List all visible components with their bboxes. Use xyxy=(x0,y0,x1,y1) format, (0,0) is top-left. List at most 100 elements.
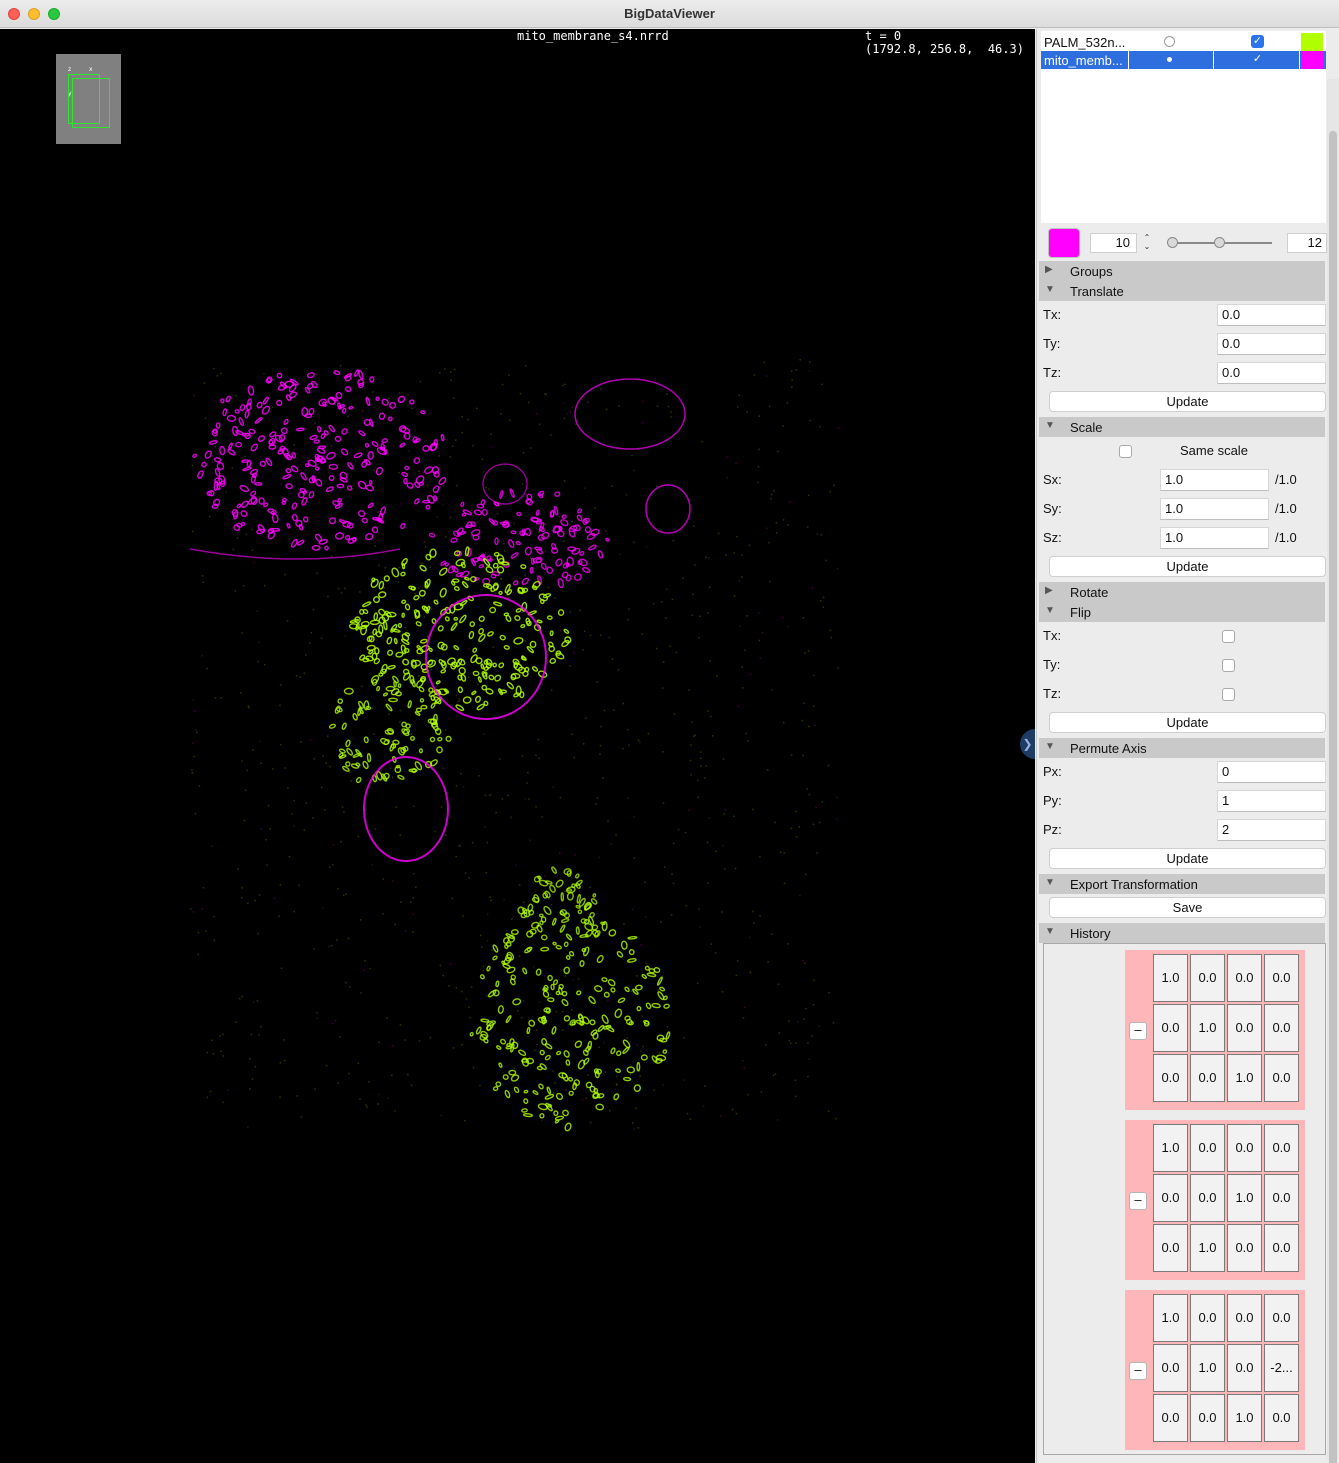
permute-pz-field[interactable]: 2 xyxy=(1217,819,1326,841)
channel-color-button[interactable] xyxy=(1048,228,1080,258)
scroll-thumb[interactable] xyxy=(1329,131,1337,1463)
current-source-radio[interactable] xyxy=(1164,54,1175,65)
flip-ty-checkbox[interactable] xyxy=(1222,659,1235,672)
history-section-header[interactable]: ▼ History xyxy=(1039,923,1325,943)
matrix-cell[interactable]: 0.0 xyxy=(1153,1344,1188,1392)
matrix-cell[interactable]: 0.0 xyxy=(1264,1054,1299,1102)
permute-px-field[interactable]: 0 xyxy=(1217,761,1326,783)
image-speckle xyxy=(536,1043,538,1046)
image-speckle xyxy=(440,1114,442,1117)
image-speckle xyxy=(617,669,620,671)
matrix-cell[interactable]: 0.0 xyxy=(1153,1224,1188,1272)
flip-tz-checkbox[interactable] xyxy=(1222,688,1235,701)
matrix-cell[interactable]: 0.0 xyxy=(1227,954,1262,1002)
matrix-cell[interactable]: 0.0 xyxy=(1227,1344,1262,1392)
image-speckle xyxy=(802,754,804,757)
matrix-cell[interactable]: 0.0 xyxy=(1190,1294,1225,1342)
matrix-cell[interactable]: 0.0 xyxy=(1190,1124,1225,1172)
permute-section-header[interactable]: ▼ Permute Axis xyxy=(1039,738,1325,758)
matrix-cell[interactable]: 1.0 xyxy=(1190,1004,1225,1052)
matrix-cell[interactable]: 1.0 xyxy=(1227,1394,1262,1442)
remove-history-button[interactable]: – xyxy=(1129,1362,1147,1380)
scale-sz-field[interactable]: 1.0 xyxy=(1160,527,1269,549)
translate-ty-field[interactable]: 0.0 xyxy=(1217,333,1326,355)
slider-min-handle[interactable] xyxy=(1167,237,1178,248)
export-section-header[interactable]: ▼ Export Transformation xyxy=(1039,874,1325,894)
matrix-cell[interactable]: 0.0 xyxy=(1190,1394,1225,1442)
image-speckle xyxy=(365,532,374,541)
matrix-cell[interactable]: 0.0 xyxy=(1227,1004,1262,1052)
export-save-button[interactable]: Save xyxy=(1049,897,1326,918)
matrix-cell[interactable]: 0.0 xyxy=(1264,1174,1299,1222)
display-min-field[interactable]: 10 xyxy=(1090,233,1137,253)
matrix-cell[interactable]: 0.0 xyxy=(1227,1124,1262,1172)
matrix-cell[interactable]: 1.0 xyxy=(1190,1344,1225,1392)
matrix-cell[interactable]: 1.0 xyxy=(1227,1174,1262,1222)
matrix-cell[interactable]: 0.0 xyxy=(1190,1174,1225,1222)
image-speckle xyxy=(266,864,268,866)
matrix-cell[interactable]: 0.0 xyxy=(1264,954,1299,1002)
display-max-field[interactable]: 12 xyxy=(1287,233,1327,253)
matrix-cell[interactable]: 0.0 xyxy=(1264,1394,1299,1442)
image-speckle xyxy=(763,361,766,364)
rotate-section-header[interactable]: ▶ Rotate xyxy=(1039,582,1325,602)
matrix-cell[interactable]: 1.0 xyxy=(1153,954,1188,1002)
panel-scrollbar[interactable] xyxy=(1327,79,1339,1463)
slider-max-handle[interactable] xyxy=(1214,237,1225,248)
translate-section-header[interactable]: ▼ Translate xyxy=(1039,281,1325,301)
remove-history-button[interactable]: – xyxy=(1129,1022,1147,1040)
scale-sy-field[interactable]: 1.0 xyxy=(1160,498,1269,520)
source-color-swatch[interactable] xyxy=(1301,51,1323,69)
matrix-cell[interactable]: 0.0 xyxy=(1264,1124,1299,1172)
visibility-checkbox[interactable]: ✓ xyxy=(1251,35,1264,48)
image-speckle xyxy=(366,449,369,452)
matrix-cell[interactable]: 1.0 xyxy=(1227,1054,1262,1102)
matrix-cell[interactable]: 0.0 xyxy=(1153,1394,1188,1442)
flip-tx-checkbox[interactable] xyxy=(1222,630,1235,643)
matrix-cell[interactable]: 0.0 xyxy=(1190,954,1225,1002)
matrix-cell[interactable]: 0.0 xyxy=(1264,1294,1299,1342)
image-speckle xyxy=(502,1074,509,1080)
matrix-cell[interactable]: 0.0 xyxy=(1190,1054,1225,1102)
scale-update-button[interactable]: Update xyxy=(1049,556,1326,577)
image-speckle xyxy=(605,408,608,411)
matrix-cell[interactable]: 0.0 xyxy=(1264,1004,1299,1052)
image-viewer-canvas[interactable]: mito_membrane_s4.nrrd t = 0 (1792.8, 256… xyxy=(0,29,1035,1463)
remove-history-button[interactable]: – xyxy=(1129,1192,1147,1210)
image-speckle xyxy=(677,828,680,831)
scale-section-header[interactable]: ▼ Scale xyxy=(1039,417,1325,437)
image-speckle xyxy=(504,1089,511,1099)
image-speckle xyxy=(365,367,368,370)
translate-update-button[interactable]: Update xyxy=(1049,391,1326,412)
source-color-swatch[interactable] xyxy=(1301,33,1323,51)
matrix-cell[interactable]: 1.0 xyxy=(1153,1124,1188,1172)
matrix-cell[interactable]: 0.0 xyxy=(1153,1054,1188,1102)
flip-section-header[interactable]: ▼ Flip xyxy=(1039,602,1325,622)
matrix-cell[interactable]: 0.0 xyxy=(1153,1004,1188,1052)
scale-sx-field[interactable]: 1.0 xyxy=(1160,469,1269,491)
source-row-palm[interactable]: PALM_532n... ✓ xyxy=(1041,33,1326,51)
matrix-cell[interactable]: 1.0 xyxy=(1153,1294,1188,1342)
display-min-stepper[interactable]: ⌃ ⌄ xyxy=(1141,233,1153,253)
groups-section-header[interactable]: ▶ Groups xyxy=(1039,261,1325,281)
image-speckle xyxy=(339,365,342,367)
source-row-mito[interactable]: mito_memb... ✓ xyxy=(1041,51,1326,69)
matrix-cell[interactable]: 0.0 xyxy=(1264,1224,1299,1272)
permute-py-field[interactable]: 1 xyxy=(1217,790,1326,812)
same-scale-checkbox[interactable] xyxy=(1119,445,1132,458)
visibility-checkbox[interactable]: ✓ xyxy=(1251,53,1264,66)
matrix-cell[interactable]: 1.0 xyxy=(1190,1224,1225,1272)
matrix-cell[interactable]: 0.0 xyxy=(1153,1174,1188,1222)
translate-tx-field[interactable]: 0.0 xyxy=(1217,304,1326,326)
image-speckle xyxy=(529,447,532,449)
current-source-radio[interactable] xyxy=(1164,36,1175,47)
matrix-cell[interactable]: 0.0 xyxy=(1227,1224,1262,1272)
image-speckle xyxy=(235,1021,237,1023)
flip-update-button[interactable]: Update xyxy=(1049,712,1326,733)
matrix-cell[interactable]: -2... xyxy=(1264,1344,1299,1392)
image-speckle xyxy=(625,494,628,496)
matrix-cell[interactable]: 0.0 xyxy=(1227,1294,1262,1342)
image-speckle xyxy=(559,796,562,799)
translate-tz-field[interactable]: 0.0 xyxy=(1217,362,1326,384)
permute-update-button[interactable]: Update xyxy=(1049,848,1326,869)
